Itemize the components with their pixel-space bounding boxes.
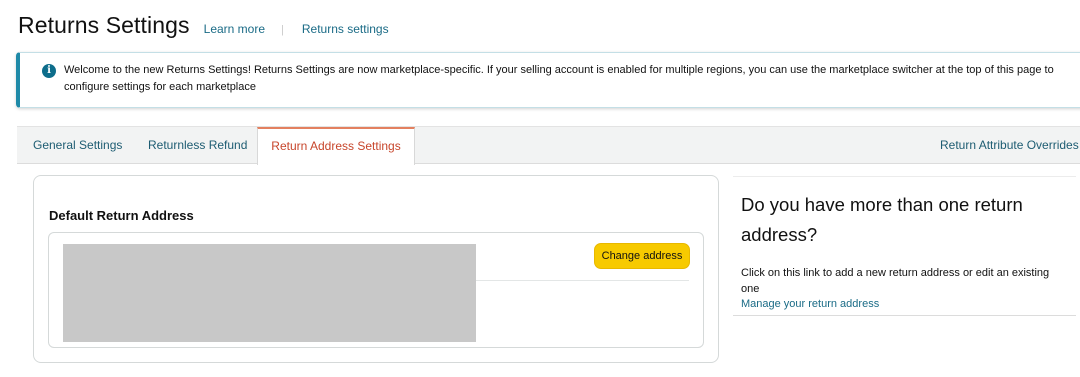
settings-tabs: General Settings Returnless Refund Retur… [17, 126, 1080, 165]
page-header: Returns Settings Learn more | Returns se… [18, 12, 389, 39]
side-heading: Do you have more than one return address… [741, 194, 1023, 245]
side-description: Click on this link to add a new return a… [741, 267, 1050, 295]
returns-settings-link[interactable]: Returns settings [302, 22, 389, 36]
alert-message: Welcome to the new Returns Settings! Ret… [64, 64, 1054, 93]
tab-general-settings[interactable]: General Settings [33, 127, 122, 164]
redacted-address [63, 244, 476, 342]
page-title: Returns Settings [18, 12, 190, 38]
tab-return-address-settings[interactable]: Return Address Settings [257, 127, 415, 165]
divider [476, 280, 689, 281]
info-alert: i Welcome to the new Returns Settings! R… [16, 52, 1080, 108]
default-return-address-card: Default Return Address Change address [33, 175, 719, 363]
manage-return-address-link[interactable]: Manage your return address [741, 298, 879, 310]
learn-more-link[interactable]: Learn more [204, 22, 265, 36]
header-separator: | [281, 24, 284, 36]
tab-returnless-refund[interactable]: Returnless Refund [148, 127, 247, 164]
tab-return-attribute-overrides[interactable]: Return Attribute Overrides [940, 127, 1079, 164]
card-title: Default Return Address [49, 208, 194, 223]
info-icon: i [42, 64, 56, 78]
address-box: Change address [48, 232, 704, 348]
divider [733, 315, 1076, 316]
divider [733, 176, 1076, 177]
change-address-button[interactable]: Change address [594, 243, 690, 269]
